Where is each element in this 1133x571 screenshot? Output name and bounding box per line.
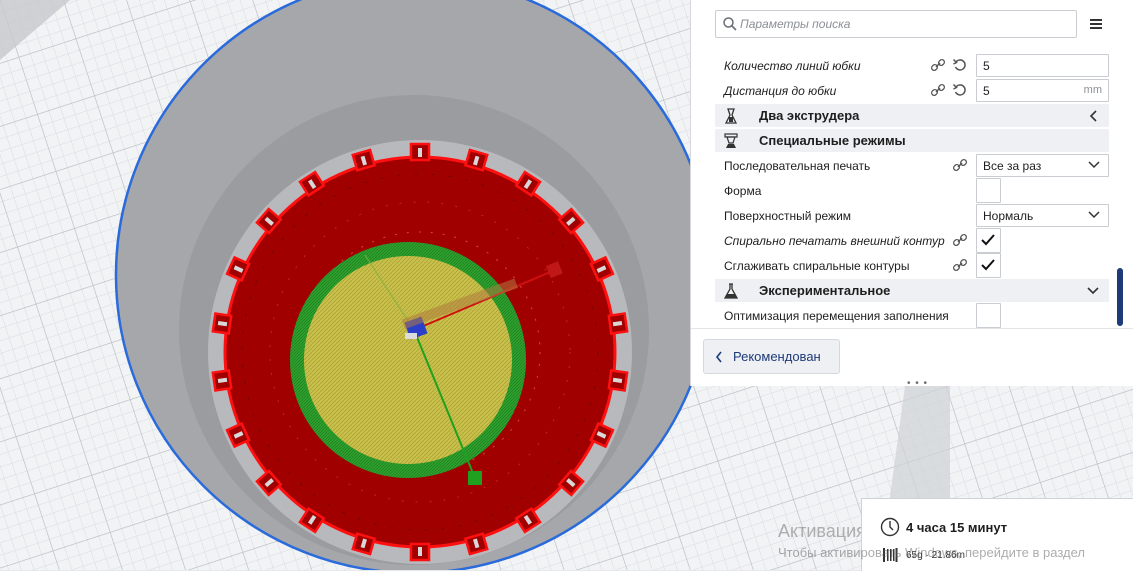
setting-label: Дистанция до юбки [724, 84, 837, 98]
search-icon [723, 17, 737, 31]
setting-infill-travel-optimization: Оптимизация перемещения заполнения [715, 303, 1110, 328]
link-icon[interactable] [952, 257, 968, 273]
axis-y-handle[interactable] [468, 471, 482, 485]
top-skin [304, 256, 512, 464]
chevron-left-icon [1089, 110, 1097, 122]
print-time: 4 часа 15 минут [906, 520, 1008, 535]
setting-label: Последовательная печать [724, 159, 871, 173]
checkmark-icon [981, 234, 995, 246]
setting-label: Оптимизация перемещения заполнения [724, 309, 949, 323]
infill-travel-checkbox[interactable] [976, 303, 1001, 328]
setting-label: Спирально печатать внешний контур [724, 234, 945, 248]
setting-spiralize: Спирально печатать внешний контур [715, 228, 1110, 253]
windows-activation-hint: Чтобы активировать Windows, перейдите в … [778, 545, 1085, 560]
print-info-panel[interactable]: 4 часа 15 минут 65g · 21.86m [861, 498, 1133, 571]
clock-icon [880, 517, 900, 537]
surface-mode-select[interactable]: Нормаль [976, 204, 1109, 227]
category-dual-extrusion[interactable]: Два экструдера [715, 104, 1109, 127]
setting-label: Количество линий юбки [724, 59, 861, 73]
settings-menu-button[interactable] [1084, 13, 1108, 35]
spiralize-checkbox[interactable] [976, 228, 1001, 253]
link-icon[interactable] [930, 57, 946, 73]
reset-icon[interactable] [952, 82, 968, 98]
checkmark-icon [981, 259, 995, 271]
reset-icon[interactable] [952, 57, 968, 73]
chevron-down-icon [1088, 161, 1100, 169]
special-modes-icon [724, 133, 738, 148]
link-icon[interactable] [930, 82, 946, 98]
chevron-down-icon [1087, 287, 1099, 295]
smooth-spiral-checkbox[interactable] [976, 253, 1001, 278]
chevron-down-icon [1088, 211, 1100, 219]
settings-scrollbar[interactable] [1117, 268, 1123, 326]
setting-mold: Форма [715, 178, 1110, 203]
category-label: Два экструдера [759, 108, 860, 123]
skirt-distance-input[interactable]: 5 mm [976, 79, 1109, 102]
search-box[interactable] [715, 10, 1077, 38]
gear-tooth-gap [418, 547, 422, 556]
link-icon[interactable] [952, 157, 968, 173]
print-settings-panel: Количество линий юбки 5 Дистанция до юбк… [690, 0, 1133, 389]
skirt-line-count-input[interactable]: 5 [976, 54, 1109, 77]
panel-resize-handle[interactable]: • • • [907, 379, 928, 389]
experimental-flask-icon [723, 283, 739, 299]
setting-skirt-line-count: Количество линий юбки 5 [715, 53, 1110, 77]
gear-tooth-gap [418, 148, 422, 157]
setting-label: Форма [724, 184, 762, 198]
dual-extruder-icon [724, 108, 738, 124]
link-icon[interactable] [952, 232, 968, 248]
setting-skirt-distance: Дистанция до юбки 5 mm [715, 78, 1110, 102]
setting-print-sequence: Последовательная печать Все за раз [715, 153, 1110, 177]
setting-label: Сглаживать спиральные контуры [724, 259, 910, 273]
setting-smooth-spiral: Сглаживать спиральные контуры [715, 253, 1110, 278]
category-label: Экспериментальное [759, 283, 891, 298]
setting-label: Поверхностный режим [724, 209, 852, 223]
chevron-left-icon [715, 351, 722, 363]
print-sequence-select[interactable]: Все за раз [976, 154, 1109, 177]
category-experimental[interactable]: Экспериментальное [715, 279, 1109, 302]
unit-label: mm [1083, 84, 1102, 96]
mold-checkbox[interactable] [976, 178, 1001, 203]
category-label: Специальные режимы [759, 133, 906, 148]
category-special-modes[interactable]: Специальные режимы [715, 129, 1109, 152]
recommended-label: Рекомендован [733, 349, 821, 364]
recommended-mode-button[interactable]: Рекомендован [703, 339, 840, 374]
setting-surface-mode: Поверхностный режим Нормаль [715, 203, 1110, 227]
search-input[interactable] [738, 13, 1072, 35]
divider [691, 328, 1133, 329]
